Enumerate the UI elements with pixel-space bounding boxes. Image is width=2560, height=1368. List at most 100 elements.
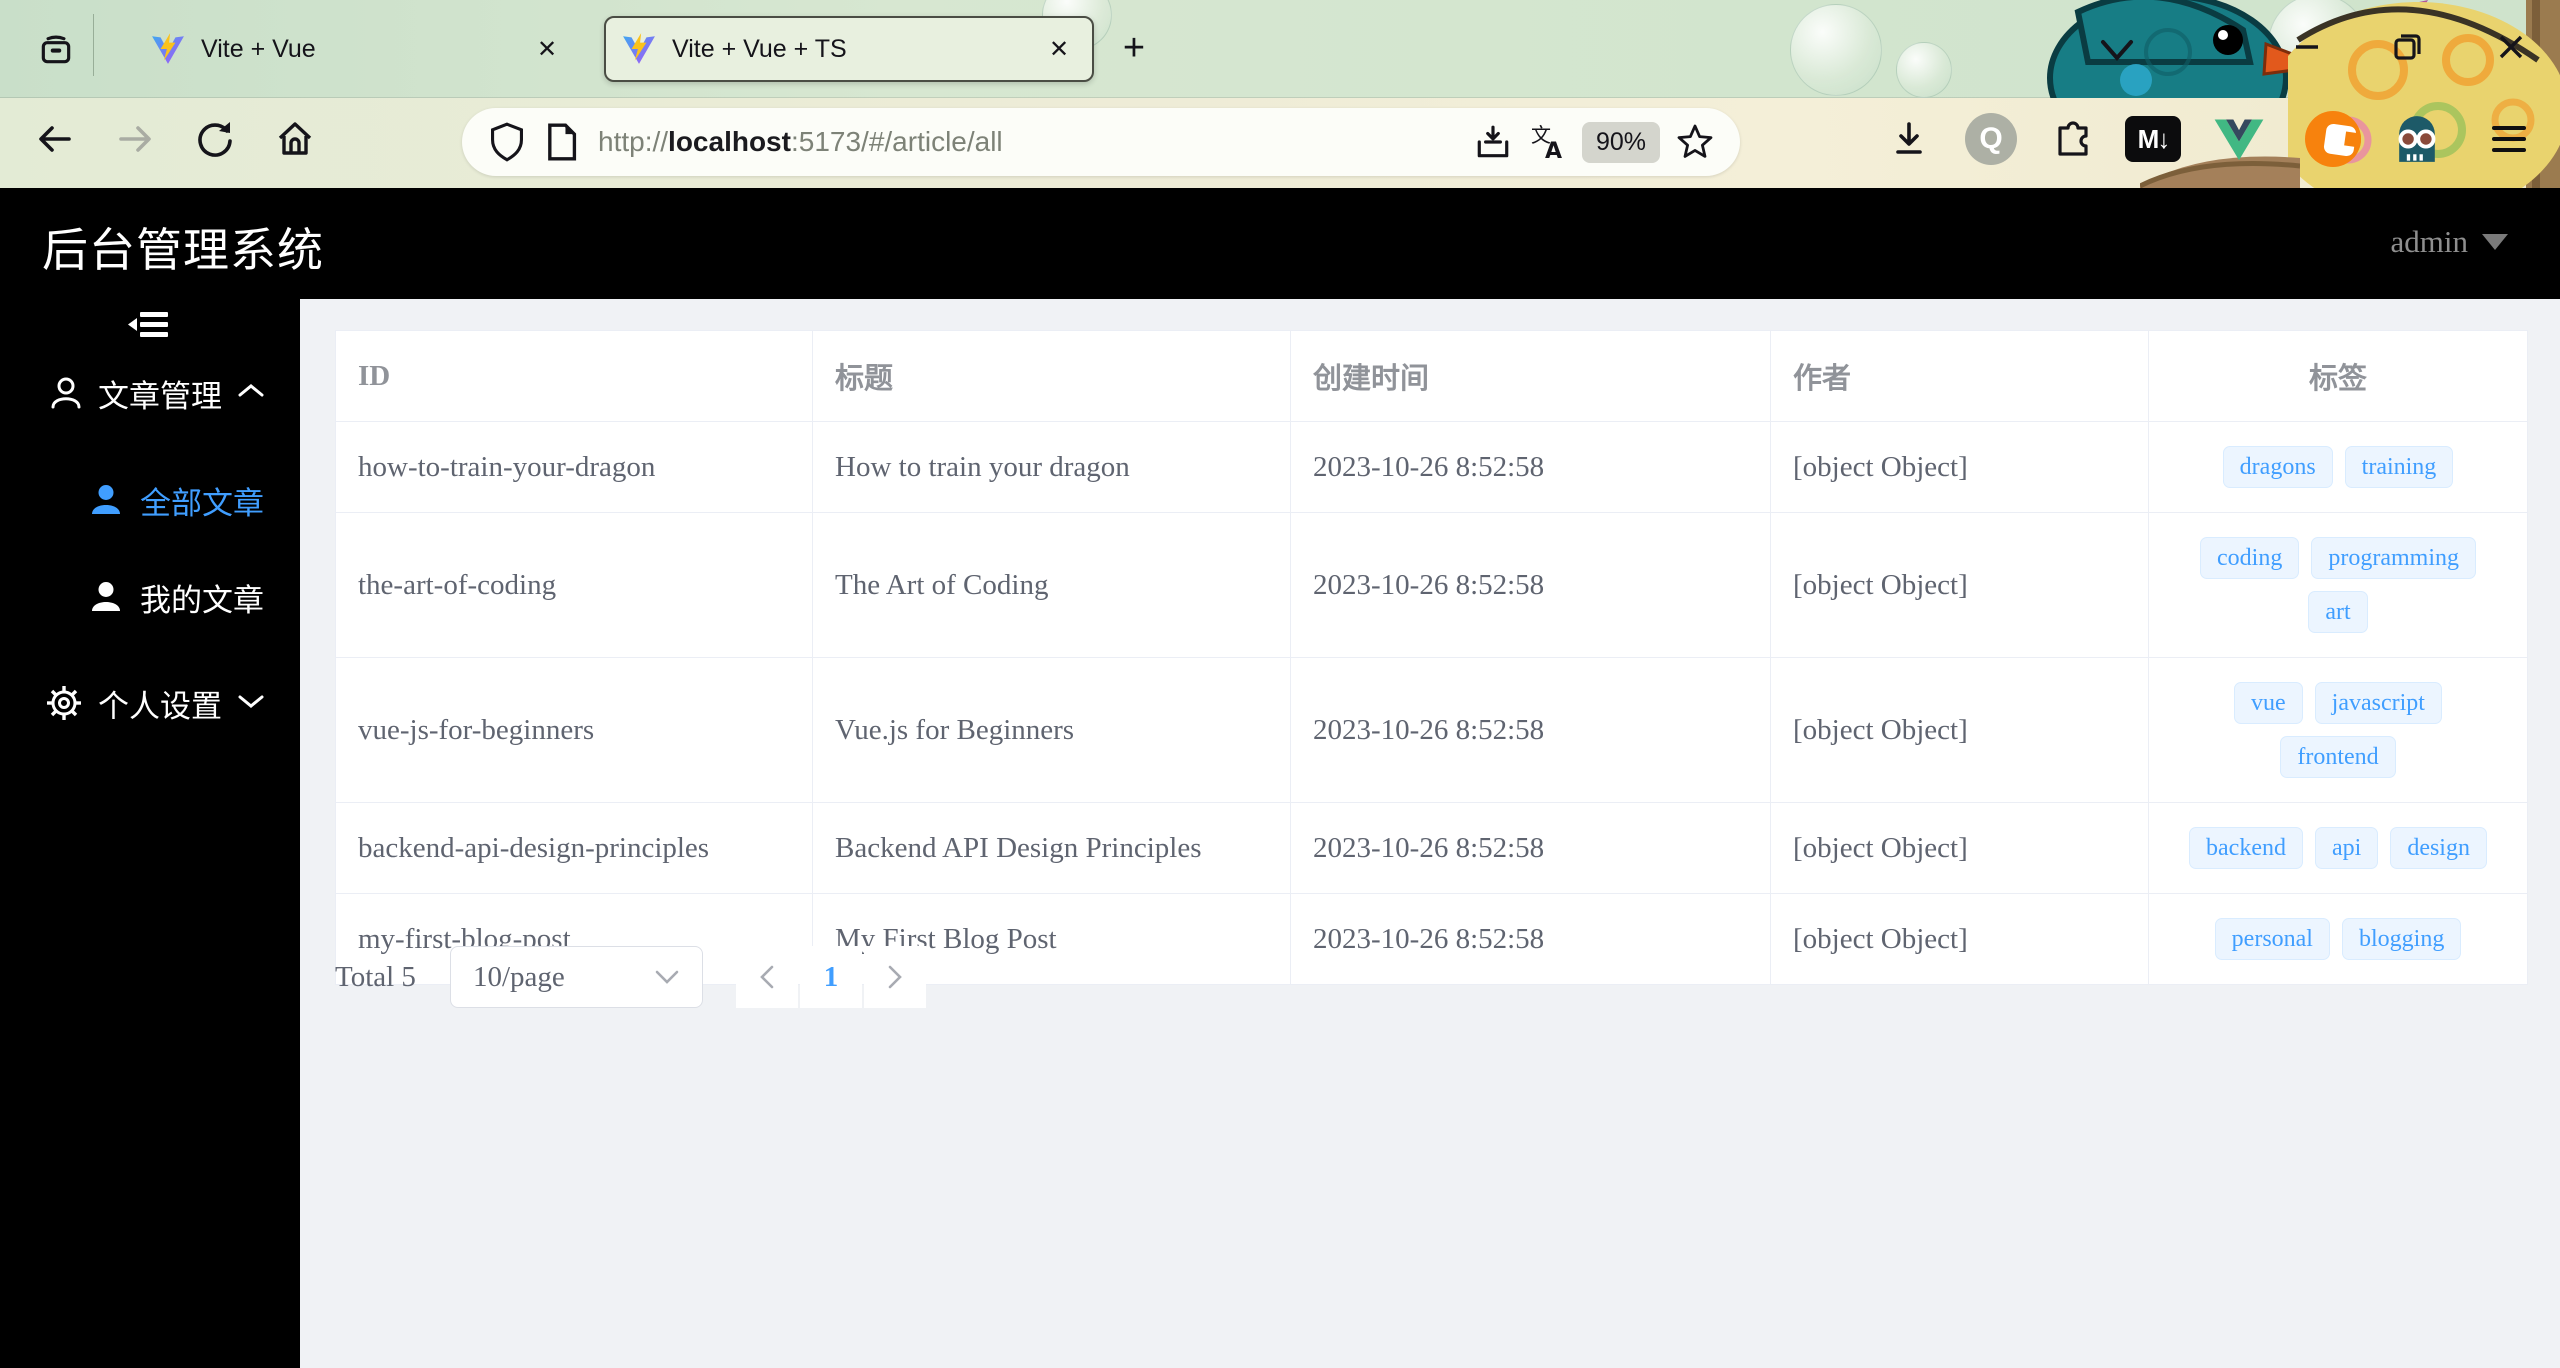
tag-pill: dragons bbox=[2222, 446, 2333, 488]
zoom-level-badge[interactable]: 90% bbox=[1581, 121, 1660, 163]
tag-pill: javascript bbox=[2314, 682, 2442, 724]
prev-page-button[interactable] bbox=[735, 946, 798, 1008]
address-bar[interactable]: http://localhost:5173/#/article/all 文 A … bbox=[462, 108, 1740, 176]
main-content: ID 标题 创建时间 作者 标签 how-to-train-your-dragon How… bbox=[300, 299, 2560, 1368]
vue-devtools-icon[interactable] bbox=[2206, 106, 2272, 172]
back-button[interactable] bbox=[22, 106, 88, 172]
table-row: how-to-train-your-dragon How to train you… bbox=[335, 421, 2528, 513]
cell-tags: vue javascript frontend bbox=[2148, 657, 2528, 803]
sidebar-item-all-articles[interactable]: 全部文章 bbox=[0, 468, 300, 532]
vite-favicon bbox=[152, 33, 184, 64]
goggles-extension-icon[interactable] bbox=[2384, 106, 2450, 172]
tab-title: Vite + Vue + TS bbox=[672, 34, 847, 63]
orange-extension-icon[interactable] bbox=[2300, 106, 2366, 172]
cell-author: [object Object] bbox=[1770, 657, 2149, 803]
tag-pill: programming bbox=[2311, 537, 2476, 579]
cell-created: 2023-10-26 8:52:58 bbox=[1290, 802, 1771, 894]
sidebar-item-personal-settings[interactable]: 个人设置 bbox=[0, 671, 300, 735]
cell-id: how-to-train-your-dragon bbox=[335, 421, 813, 513]
cell-tags: coding programming art bbox=[2148, 512, 2528, 658]
reload-button[interactable] bbox=[182, 106, 248, 172]
tab-separator bbox=[93, 14, 94, 76]
tag-pill: training bbox=[2344, 446, 2454, 488]
tab-close-icon[interactable]: ✕ bbox=[530, 32, 564, 66]
cell-title: The Art of Coding bbox=[812, 512, 1291, 658]
page-size-value: 10/page bbox=[472, 960, 565, 993]
menu-hamburger-icon[interactable] bbox=[2476, 106, 2542, 172]
column-header: 标题 bbox=[812, 330, 1291, 422]
cell-created: 2023-10-26 8:52:58 bbox=[1290, 421, 1771, 513]
next-page-button[interactable] bbox=[863, 946, 926, 1008]
tag-pill: frontend bbox=[2280, 736, 2396, 778]
user-dropdown[interactable]: admin bbox=[2390, 224, 2508, 260]
tab-title: Vite + Vue bbox=[201, 34, 316, 63]
cell-created: 2023-10-26 8:52:58 bbox=[1290, 657, 1771, 803]
cell-id: backend-api-design-principles bbox=[335, 802, 813, 894]
cell-created: 2023-10-26 8:52:58 bbox=[1290, 893, 1771, 985]
bookmark-star-icon[interactable] bbox=[1668, 115, 1722, 169]
column-header: 作者 bbox=[1770, 330, 2149, 422]
forward-button[interactable] bbox=[102, 106, 168, 172]
new-tab-button[interactable]: + bbox=[1108, 22, 1160, 74]
downloads-icon[interactable] bbox=[1876, 106, 1942, 172]
cell-author: [object Object] bbox=[1770, 802, 2149, 894]
tab-vite-vue[interactable]: Vite + Vue ✕ bbox=[135, 16, 580, 82]
article-table-body: how-to-train-your-dragon How to train you… bbox=[335, 421, 2528, 985]
pagination-total: Total 5 bbox=[335, 960, 416, 993]
minimize-button[interactable] bbox=[2276, 18, 2338, 76]
tab-close-icon[interactable]: ✕ bbox=[1042, 32, 1076, 66]
table-row: vue-js-for-beginners Vue.js for Beginners… bbox=[335, 657, 2528, 803]
user-filled-icon bbox=[88, 482, 124, 518]
tab-vite-vue-ts[interactable]: Vite + Vue + TS ✕ bbox=[604, 16, 1094, 82]
url-text[interactable]: http://localhost:5173/#/article/all bbox=[598, 126, 1466, 158]
caret-down-icon bbox=[2482, 234, 2508, 250]
firefox-view-button[interactable] bbox=[30, 24, 82, 74]
restore-button[interactable] bbox=[2376, 18, 2438, 76]
cell-created: 2023-10-26 8:52:58 bbox=[1290, 512, 1771, 658]
cell-title: How to train your dragon bbox=[812, 421, 1291, 513]
page-size-select[interactable]: 10/page bbox=[449, 946, 703, 1008]
extensions-puzzle-icon[interactable] bbox=[2040, 106, 2106, 172]
cell-title: Backend API Design Principles bbox=[812, 802, 1291, 894]
user-filled-icon bbox=[88, 579, 124, 615]
pagination: Total 5 10/page 1 bbox=[335, 946, 926, 1008]
shield-icon[interactable] bbox=[480, 115, 534, 169]
chevron-up-icon bbox=[236, 381, 266, 406]
cell-author: [object Object] bbox=[1770, 893, 2149, 985]
user-name: admin bbox=[2390, 224, 2469, 259]
translate-icon[interactable]: 文 A bbox=[1520, 115, 1574, 169]
column-header: 创建时间 bbox=[1290, 330, 1771, 422]
chevron-right-icon bbox=[888, 965, 902, 989]
tag-pill: design bbox=[2390, 827, 2487, 869]
close-window-button[interactable] bbox=[2480, 18, 2542, 76]
chevron-down-icon bbox=[236, 691, 266, 716]
cell-id: the-art-of-coding bbox=[335, 512, 813, 658]
app-header: 后台管理系统 admin bbox=[0, 188, 2560, 299]
save-page-icon[interactable] bbox=[1466, 115, 1520, 169]
tag-pill: api bbox=[2314, 827, 2379, 869]
tag-pill: art bbox=[2308, 591, 2368, 633]
home-button[interactable] bbox=[262, 106, 328, 172]
table-row: the-art-of-coding The Art of Coding 2023-1… bbox=[335, 512, 2528, 658]
table-header-row: ID 标题 创建时间 作者 标签 bbox=[335, 330, 2528, 422]
sidebar-item-my-articles[interactable]: 我的文章 bbox=[0, 565, 300, 629]
user-outline-icon bbox=[48, 375, 84, 411]
page-number-button[interactable]: 1 bbox=[799, 946, 862, 1008]
web-page: 后台管理系统 admin 文章管理 全部文章 我的文章 个人设置 ID 标题 创… bbox=[0, 188, 2560, 1368]
q-extension-icon[interactable]: Q bbox=[1958, 106, 2024, 172]
gear-icon bbox=[44, 683, 84, 723]
markdown-extension-icon[interactable]: M↓ bbox=[2120, 106, 2186, 172]
cell-tags: personal blogging bbox=[2148, 893, 2528, 985]
chevron-left-icon bbox=[760, 965, 774, 989]
list-all-tabs-chevron-icon[interactable] bbox=[2095, 34, 2139, 66]
tag-pill: coding bbox=[2200, 537, 2300, 579]
sidebar-item-article-management[interactable]: 文章管理 bbox=[0, 361, 300, 425]
page-info-icon[interactable] bbox=[534, 115, 588, 169]
table-row: backend-api-design-principles Backend API… bbox=[335, 802, 2528, 894]
column-header: 标签 bbox=[2148, 330, 2528, 422]
sidebar-collapse-button[interactable] bbox=[118, 301, 182, 347]
app-title: 后台管理系统 bbox=[42, 225, 324, 276]
vite-favicon bbox=[623, 33, 655, 64]
svg-text:A: A bbox=[1545, 139, 1562, 162]
chevron-down-icon bbox=[655, 970, 679, 984]
